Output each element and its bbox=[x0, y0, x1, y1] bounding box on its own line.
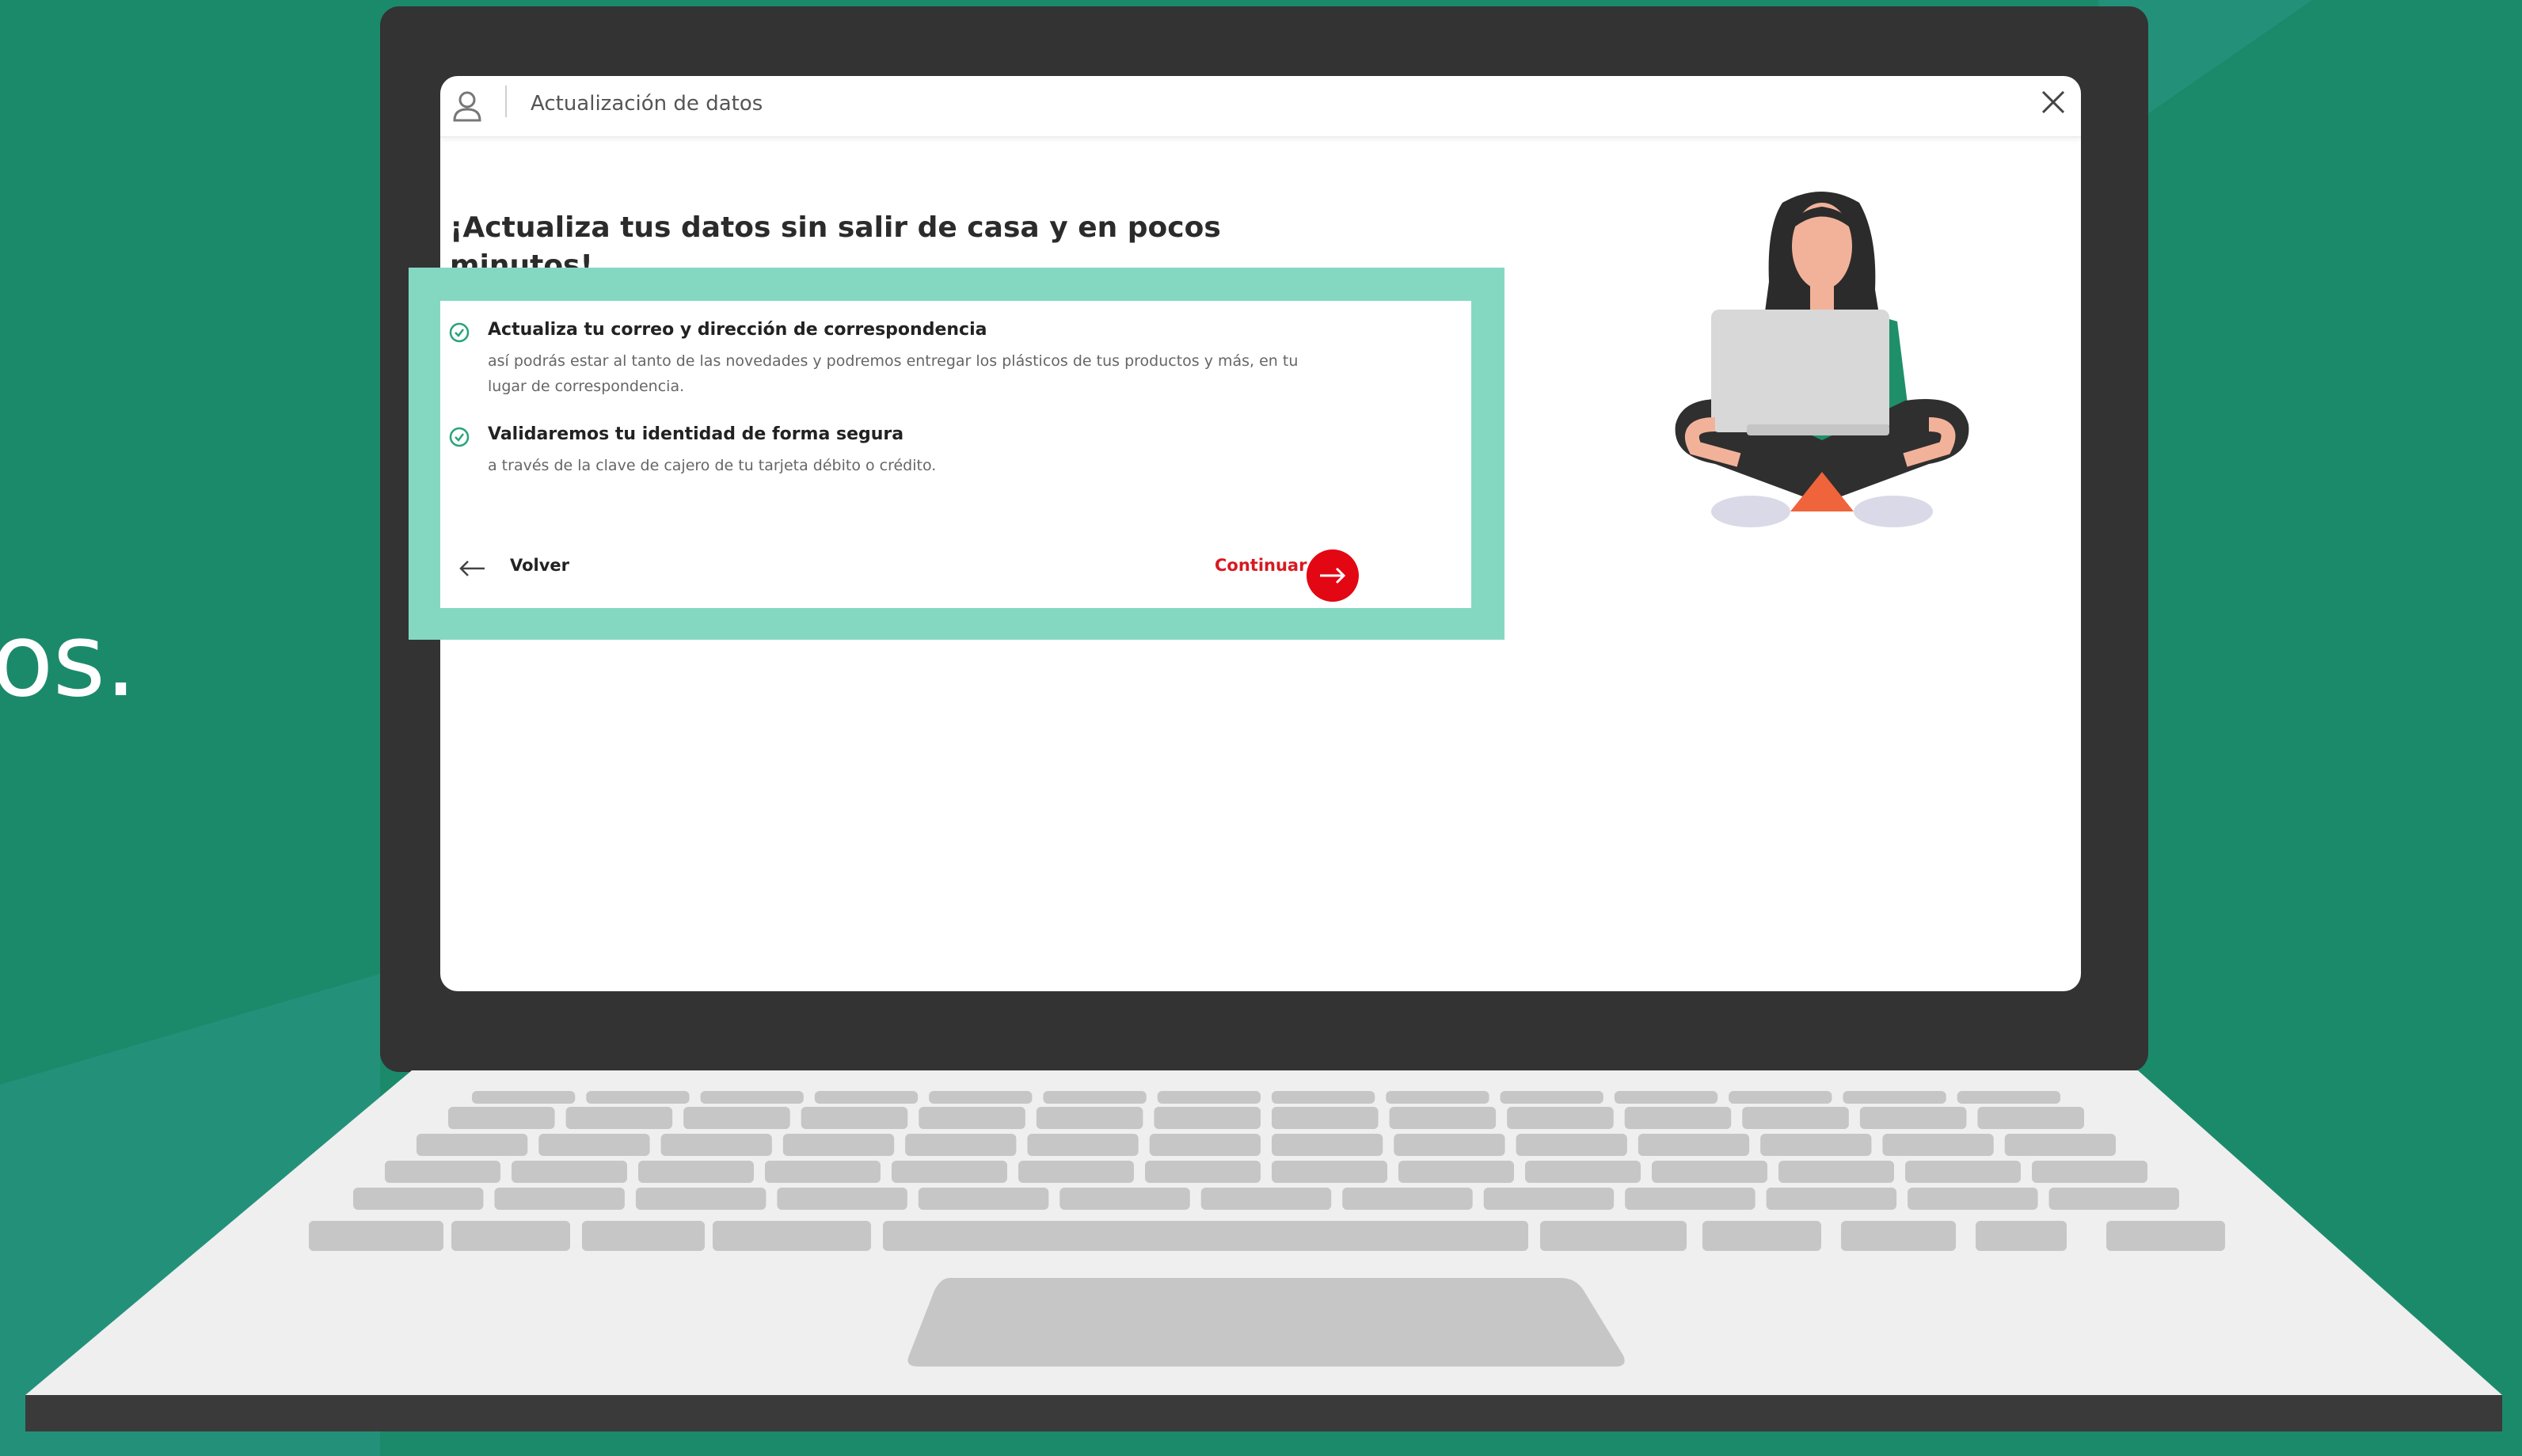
keyboard-key bbox=[1272, 1161, 1387, 1183]
keyboard-key bbox=[638, 1161, 754, 1183]
keyboard-key bbox=[1525, 1161, 1641, 1183]
keyboard-key bbox=[929, 1091, 1033, 1104]
keyboard-key bbox=[660, 1134, 772, 1156]
close-icon[interactable] bbox=[2037, 86, 2070, 119]
keyboard-key bbox=[1905, 1161, 2021, 1183]
keyboard-key bbox=[1778, 1161, 1894, 1183]
keyboard-key bbox=[1766, 1188, 1897, 1210]
keyboard-key bbox=[1389, 1107, 1497, 1129]
keyboard-key bbox=[353, 1188, 484, 1210]
window-title: Actualización de datos bbox=[531, 92, 763, 116]
keyboard-key bbox=[1624, 1107, 1732, 1129]
keyboard-key bbox=[1760, 1134, 1872, 1156]
keyboard-key bbox=[1018, 1161, 1134, 1183]
continue-button[interactable] bbox=[1307, 549, 1359, 602]
user-icon bbox=[453, 91, 481, 122]
feature-title: Validaremos tu identidad de forma segura bbox=[488, 424, 904, 444]
keyboard-key bbox=[1702, 1221, 1821, 1251]
keyboard-key bbox=[1154, 1107, 1261, 1129]
check-circle-icon bbox=[449, 322, 470, 343]
arrow-right-icon bbox=[1320, 567, 1346, 584]
keyboard-key bbox=[1841, 1221, 1956, 1251]
back-arrow-icon[interactable] bbox=[458, 559, 486, 578]
keyboard-key bbox=[713, 1221, 871, 1251]
keyboard-key bbox=[472, 1091, 576, 1104]
feature-description: a través de la clave de cajero de tu tar… bbox=[488, 457, 937, 474]
keyboard-key bbox=[1157, 1091, 1261, 1104]
trackpad bbox=[907, 1278, 1625, 1367]
keyboard-key bbox=[1272, 1134, 1383, 1156]
keyboard-key bbox=[919, 1107, 1025, 1129]
keyboard-key bbox=[565, 1107, 673, 1129]
keyboard-key bbox=[2048, 1188, 2179, 1210]
continue-button-label[interactable]: Continuar bbox=[1215, 556, 1307, 575]
keyboard-key bbox=[1342, 1188, 1473, 1210]
keyboard-key bbox=[1516, 1134, 1627, 1156]
keyboard-key bbox=[2106, 1221, 2225, 1251]
keyboard-key bbox=[1957, 1091, 2060, 1104]
keyboard-key bbox=[494, 1188, 625, 1210]
keyboard-key bbox=[1500, 1091, 1603, 1104]
keyboard-key bbox=[1043, 1091, 1147, 1104]
keyboard-key bbox=[1036, 1107, 1143, 1129]
keyboard-key bbox=[1976, 1221, 2067, 1251]
keyboard-key bbox=[2032, 1161, 2147, 1183]
keyboard-key bbox=[1540, 1221, 1687, 1251]
keyboard-key bbox=[905, 1134, 1017, 1156]
keyboard-key bbox=[635, 1188, 766, 1210]
keyboard-key bbox=[1059, 1188, 1190, 1210]
keyboard-key bbox=[1272, 1091, 1375, 1104]
keyboard-key bbox=[883, 1221, 1528, 1251]
keyboard-key bbox=[582, 1221, 705, 1251]
keyboard-key bbox=[385, 1161, 500, 1183]
back-button[interactable]: Volver bbox=[510, 556, 569, 575]
keyboard-key bbox=[918, 1188, 1049, 1210]
feature-title: Actualiza tu correo y dirección de corre… bbox=[488, 320, 987, 340]
keyboard-key bbox=[2004, 1134, 2116, 1156]
keyboard-key bbox=[448, 1107, 555, 1129]
keyboard-key bbox=[700, 1091, 804, 1104]
keyboard-key bbox=[1859, 1107, 1967, 1129]
keyboard-key bbox=[1394, 1134, 1505, 1156]
keyboard-key bbox=[1398, 1161, 1514, 1183]
keyboard-key bbox=[538, 1134, 650, 1156]
keyboard-key bbox=[1507, 1107, 1614, 1129]
check-circle-icon bbox=[449, 427, 470, 447]
window-topbar: Actualización de datos bbox=[440, 76, 2081, 138]
keyboard-key bbox=[683, 1107, 790, 1129]
keyboard-key bbox=[1882, 1134, 1994, 1156]
keyboard-key bbox=[1272, 1107, 1379, 1129]
keyboard-key bbox=[1200, 1188, 1332, 1210]
keyboard-key bbox=[782, 1134, 895, 1156]
keyboard-key bbox=[1843, 1091, 1946, 1104]
keyboard-key bbox=[1386, 1091, 1489, 1104]
keyboard-key bbox=[512, 1161, 627, 1183]
keyboard-key bbox=[309, 1221, 443, 1251]
keyboard-key bbox=[1908, 1188, 2038, 1210]
keyboard-key bbox=[1483, 1188, 1615, 1210]
keyboard-key bbox=[1742, 1107, 1849, 1129]
keyboard-key bbox=[777, 1188, 907, 1210]
keyboard-key bbox=[1638, 1134, 1750, 1156]
keyboard-key bbox=[1027, 1134, 1139, 1156]
keyboard-key bbox=[892, 1161, 1007, 1183]
keyboard-key bbox=[1729, 1091, 1832, 1104]
keyboard-key bbox=[814, 1091, 919, 1104]
keyboard-key bbox=[1625, 1188, 1756, 1210]
keyboard-key bbox=[1977, 1107, 2084, 1129]
keyboard-key bbox=[765, 1161, 881, 1183]
keyboard-key bbox=[1145, 1161, 1261, 1183]
topbar-divider bbox=[505, 86, 507, 117]
keyboard-key bbox=[1149, 1134, 1261, 1156]
feature-description: así podrás estar al tanto de las novedad… bbox=[488, 352, 1299, 395]
keyboard-key bbox=[451, 1221, 570, 1251]
keyboard-key bbox=[417, 1134, 528, 1156]
woman-with-laptop-illustration bbox=[1675, 192, 1969, 527]
keyboard-key bbox=[801, 1107, 908, 1129]
keyboard-key bbox=[1652, 1161, 1767, 1183]
info-card: Actualiza tu correo y dirección de corre… bbox=[440, 301, 1471, 608]
keyboard-key bbox=[1614, 1091, 1718, 1104]
keyboard-key bbox=[586, 1091, 690, 1104]
